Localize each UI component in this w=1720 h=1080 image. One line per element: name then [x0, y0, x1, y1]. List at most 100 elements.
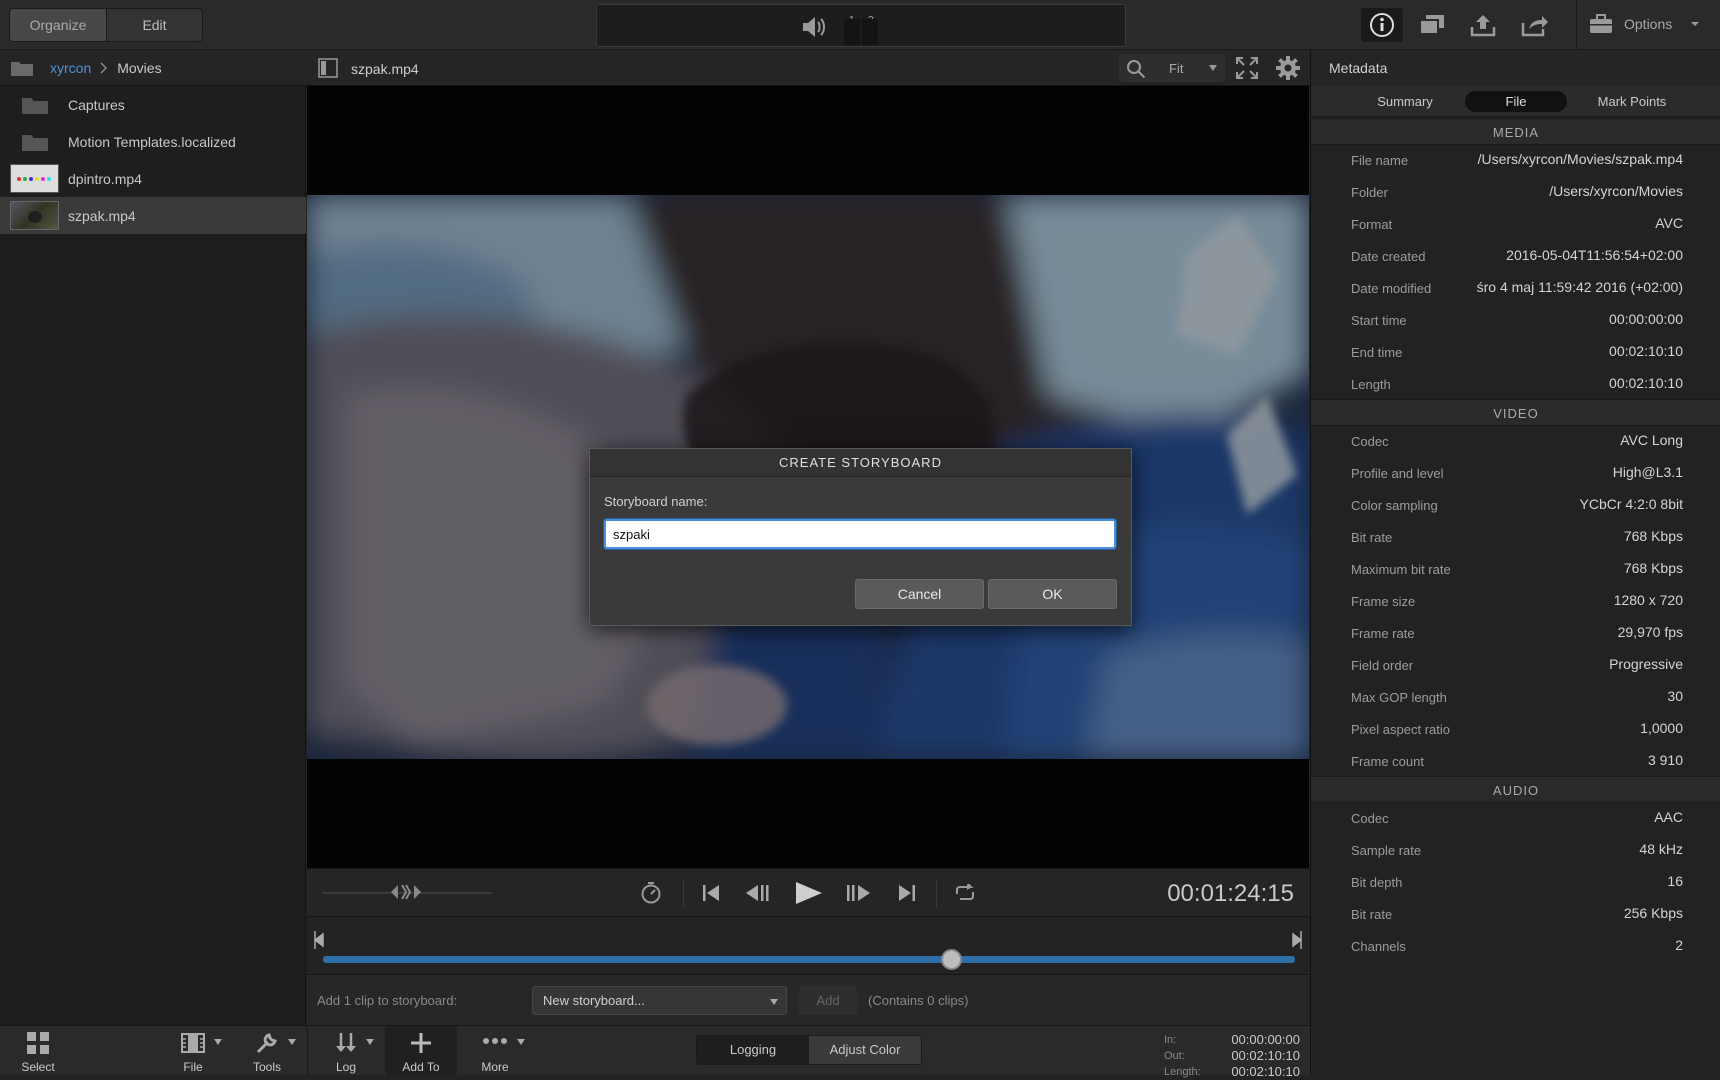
cancel-button[interactable]: Cancel: [855, 579, 984, 609]
metadata-value: AAC: [1654, 809, 1683, 825]
add-to-button[interactable]: Add To: [385, 1026, 457, 1076]
clip-range-values: 00:00:00:00 00:02:10:10 00:02:10:10: [1231, 1032, 1300, 1080]
playhead-handle[interactable]: [941, 949, 962, 970]
tab-file[interactable]: File: [1465, 91, 1567, 112]
metadata-key: Field order: [1351, 658, 1414, 673]
timer-icon[interactable]: [640, 882, 662, 904]
windows-button[interactable]: [1412, 8, 1452, 42]
logging-tab[interactable]: Logging: [697, 1036, 809, 1064]
log-label: Log: [335, 1060, 357, 1074]
metadata-value: 29,970 fps: [1617, 624, 1683, 640]
file-menu-button[interactable]: File: [172, 1026, 222, 1076]
step-back-icon[interactable]: [744, 884, 772, 902]
out-point-marker-icon: [1292, 931, 1303, 949]
metadata-key: Bit rate: [1351, 907, 1393, 922]
toggle-sidebar-icon[interactable]: [318, 58, 338, 78]
wrench-icon: [256, 1033, 277, 1054]
list-item[interactable]: dpintro.mp4: [0, 160, 306, 197]
metadata-row: Codec AAC: [1311, 803, 1720, 834]
metadata-key: Sample rate: [1351, 843, 1422, 858]
select-button[interactable]: Select: [12, 1026, 64, 1076]
metadata-key: Bit rate: [1351, 530, 1393, 545]
plus-icon: [411, 1033, 431, 1053]
metadata-row: Bit depth 16: [1311, 867, 1720, 898]
gear-icon[interactable]: [1275, 55, 1301, 81]
metadata-value: High@L3.1: [1612, 464, 1683, 480]
metadata-value: 1280 x 720: [1613, 592, 1683, 608]
tools-menu-button[interactable]: Tools: [246, 1026, 296, 1076]
metadata-row: Frame count 3 910: [1311, 746, 1720, 777]
go-to-end-icon[interactable]: [897, 884, 917, 902]
edit-tab[interactable]: Edit: [106, 9, 202, 41]
video-thumbnail-icon: [10, 164, 59, 193]
metadata-row: Bit rate 768 Kbps: [1311, 522, 1720, 553]
metadata-value: 2: [1675, 937, 1683, 953]
list-item[interactable]: Motion Templates.localized: [0, 123, 306, 160]
scrubber-bar: [307, 916, 1309, 974]
top-toolbar: Organize Edit 1 2 Options: [0, 0, 1720, 50]
metadata-key: Format: [1351, 217, 1393, 232]
chevron-down-icon: [1691, 22, 1700, 26]
zoom-value: Fit: [1169, 61, 1184, 76]
adjust-color-tab[interactable]: Adjust Color: [809, 1036, 921, 1064]
share-button[interactable]: [1514, 8, 1554, 42]
tab-summary[interactable]: Summary: [1355, 91, 1455, 112]
fullscreen-icon[interactable]: [1235, 56, 1259, 80]
metadata-value: 00:02:10:10: [1609, 343, 1683, 359]
breadcrumb-root[interactable]: xyrcon: [50, 60, 91, 76]
speaker-icon[interactable]: [800, 14, 828, 40]
chevron-down-icon: [366, 1039, 374, 1045]
divider: [307, 1026, 308, 1076]
more-label: More: [481, 1060, 509, 1074]
metadata-key: Profile and level: [1351, 466, 1444, 481]
metadata-value: AVC Long: [1620, 432, 1683, 448]
length-value: 00:02:10:10: [1231, 1064, 1300, 1079]
storyboard-name-input[interactable]: [604, 519, 1116, 549]
metadata-row: Field order Progressive: [1311, 650, 1720, 681]
chevron-down-icon: [214, 1039, 222, 1045]
share-icon: [1521, 16, 1548, 37]
play-icon[interactable]: [792, 881, 824, 905]
workspace-switch: Organize Edit: [9, 8, 203, 42]
breadcrumb-current: Movies: [117, 59, 162, 76]
loop-icon[interactable]: [953, 884, 977, 902]
timeline-track[interactable]: [323, 956, 1295, 963]
storyboard-dropdown[interactable]: New storyboard...: [532, 986, 787, 1015]
metadata-key: End time: [1351, 345, 1403, 360]
metadata-value: 48 kHz: [1639, 841, 1683, 857]
metadata-value: 00:02:10:10: [1609, 375, 1683, 391]
stacked-windows-icon: [1419, 15, 1444, 35]
log-button[interactable]: Log: [326, 1026, 374, 1076]
metadata-value: 16: [1667, 873, 1683, 889]
zoom-control[interactable]: Fit: [1119, 54, 1225, 82]
section-audio: AUDIO: [1311, 776, 1720, 803]
more-button[interactable]: More: [475, 1026, 525, 1076]
list-item[interactable]: Captures: [0, 86, 306, 123]
ok-button[interactable]: OK: [988, 579, 1117, 609]
add-button[interactable]: Add: [799, 986, 857, 1015]
metadata-value: /Users/xyrcon/Movies/szpak.mp4: [1477, 151, 1683, 167]
metadata-key: Date modified: [1351, 281, 1432, 296]
options-menu[interactable]: Options: [1588, 13, 1700, 35]
metadata-title: Metadata: [1311, 50, 1720, 86]
current-timecode: 00:01:24:15: [1167, 880, 1294, 907]
metadata-row: Frame rate 29,970 fps: [1311, 618, 1720, 649]
list-item-selected[interactable]: szpak.mp4: [0, 197, 306, 234]
out-value: 00:02:10:10: [1231, 1048, 1300, 1063]
metadata-value: 1,0000: [1640, 720, 1683, 736]
in-point-marker-icon: [313, 931, 324, 949]
toolbar-divider: [1576, 0, 1577, 50]
speed-handle-icon[interactable]: [391, 883, 421, 901]
info-icon: [1370, 13, 1394, 37]
go-to-start-icon[interactable]: [701, 884, 721, 902]
metadata-row: Pixel aspect ratio 1,0000: [1311, 714, 1720, 745]
organize-tab[interactable]: Organize: [10, 9, 106, 41]
tab-mark-points[interactable]: Mark Points: [1577, 91, 1687, 112]
clip-count: (Contains 0 clips): [868, 993, 969, 1008]
export-button[interactable]: [1463, 8, 1503, 42]
film-icon: [181, 1033, 205, 1053]
info-button[interactable]: [1361, 8, 1403, 42]
divider: [683, 879, 684, 907]
step-forward-icon[interactable]: [844, 884, 872, 902]
metadata-value: 3 910: [1647, 752, 1683, 768]
